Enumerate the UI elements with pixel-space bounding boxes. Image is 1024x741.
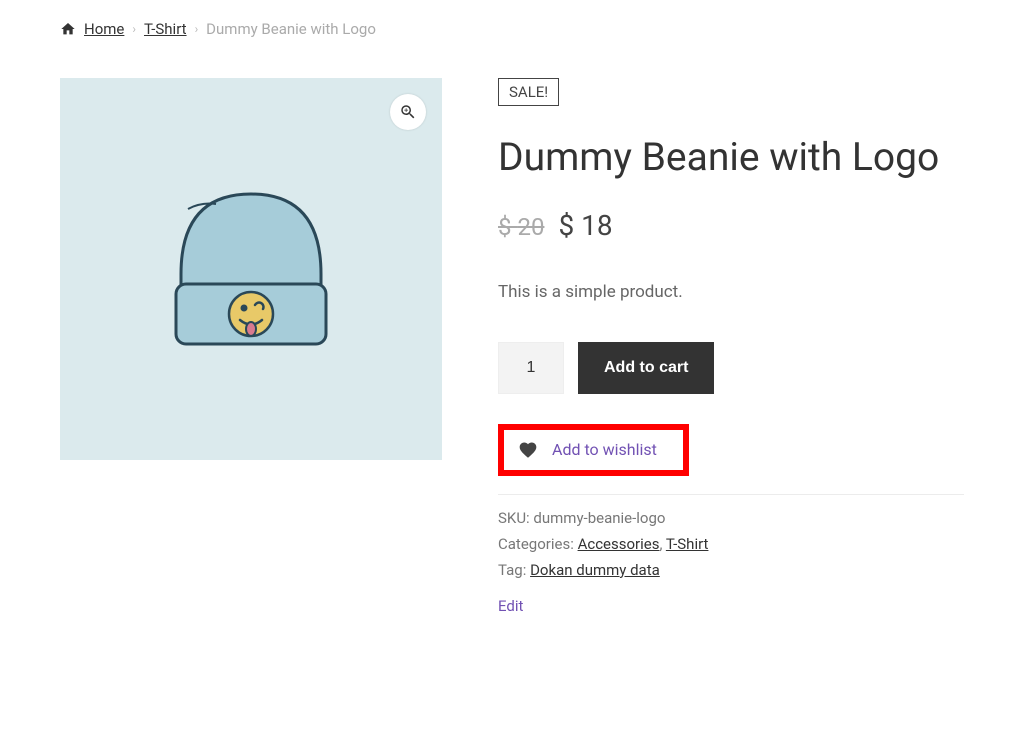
tag-link[interactable]: Dokan dummy data <box>530 561 660 579</box>
heart-icon <box>518 440 538 460</box>
quantity-input[interactable] <box>498 342 564 394</box>
category-link-accessories[interactable]: Accessories <box>578 535 660 553</box>
product-info: SALE! Dummy Beanie with Logo $ 20 $ 18 T… <box>498 78 964 615</box>
product-image[interactable] <box>60 78 442 460</box>
categories-line: Categories: Accessories, T-Shirt <box>498 535 964 553</box>
breadcrumb-home-link[interactable]: Home <box>84 20 124 38</box>
chevron-right-icon: › <box>195 22 199 36</box>
cart-row: Add to cart <box>498 342 964 394</box>
edit-link[interactable]: Edit <box>498 597 523 615</box>
category-link-tshirt[interactable]: T-Shirt <box>666 535 709 553</box>
price-old: $ 20 <box>498 213 544 241</box>
price-row: $ 20 $ 18 <box>498 209 964 242</box>
sku-line: SKU: dummy-beanie-logo <box>498 509 964 527</box>
breadcrumb-current: Dummy Beanie with Logo <box>206 20 376 38</box>
breadcrumb: Home › T-Shirt › Dummy Beanie with Logo <box>60 20 964 38</box>
product-title: Dummy Beanie with Logo <box>498 134 964 181</box>
product-description: This is a simple product. <box>498 282 964 302</box>
beanie-illustration <box>136 154 366 384</box>
wishlist-label: Add to wishlist <box>552 440 657 459</box>
chevron-right-icon: › <box>132 22 136 36</box>
meta-separator <box>498 494 964 495</box>
add-to-wishlist-button[interactable]: Add to wishlist <box>498 424 689 476</box>
home-icon[interactable] <box>60 21 76 37</box>
price-new: $ 18 <box>558 209 612 242</box>
add-to-cart-button[interactable]: Add to cart <box>578 342 714 394</box>
tag-line: Tag: Dokan dummy data <box>498 561 964 579</box>
breadcrumb-category-link[interactable]: T-Shirt <box>144 20 187 38</box>
sale-badge: SALE! <box>498 78 559 106</box>
product-container: SALE! Dummy Beanie with Logo $ 20 $ 18 T… <box>60 78 964 615</box>
zoom-icon[interactable] <box>390 94 426 130</box>
sku-value: dummy-beanie-logo <box>533 509 665 527</box>
